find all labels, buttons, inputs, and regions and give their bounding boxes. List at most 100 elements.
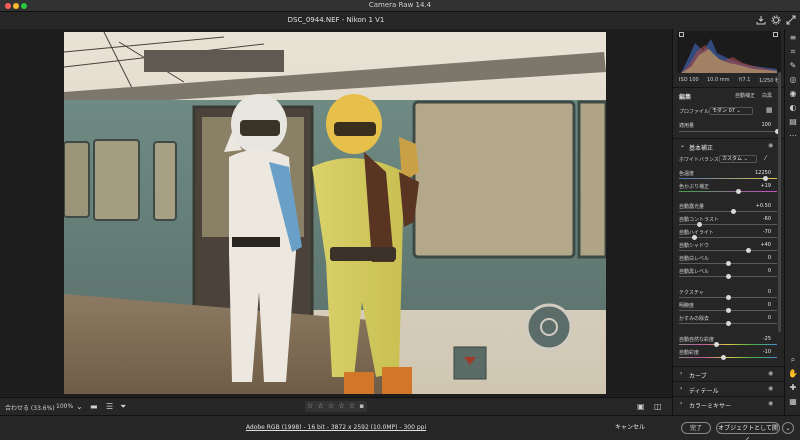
filmstrip-icon[interactable]: ▬ bbox=[90, 402, 98, 411]
open-options-chevron-icon[interactable]: ⌄ bbox=[782, 422, 794, 434]
slider-thumb[interactable] bbox=[713, 342, 719, 347]
panel-scrollbar[interactable] bbox=[778, 72, 781, 332]
slider-value[interactable]: 12250 bbox=[749, 170, 771, 176]
black-white-button[interactable]: 白黒 bbox=[762, 92, 772, 99]
cancel-button[interactable]: キャンセル bbox=[612, 422, 648, 434]
edit-sliders-icon[interactable]: ≡ bbox=[788, 33, 798, 43]
slider-track[interactable] bbox=[679, 248, 777, 253]
image-canvas[interactable] bbox=[0, 29, 672, 397]
slider-value[interactable]: 0 bbox=[749, 268, 771, 274]
section-header[interactable]: › カーブ ◉ bbox=[673, 368, 784, 380]
grid-icon[interactable]: ▦ bbox=[788, 397, 798, 407]
section-header[interactable]: › カラーミキサー ◉ bbox=[673, 398, 784, 410]
divider bbox=[673, 366, 784, 367]
slider-value[interactable]: +19 bbox=[749, 183, 771, 189]
slider-label: 色温度 bbox=[679, 171, 695, 177]
slider-thumb[interactable] bbox=[696, 222, 702, 227]
slider-value[interactable]: -25 bbox=[749, 336, 771, 342]
section-title: カラーミキサー bbox=[689, 403, 732, 410]
workflow-options-link[interactable]: Adobe RGB (1998) - 16 bit - 3872 x 2592 … bbox=[0, 424, 672, 431]
eye-icon[interactable]: ◉ bbox=[768, 385, 773, 392]
slider-value[interactable]: +40 bbox=[749, 242, 771, 248]
eye-icon[interactable]: ◉ bbox=[768, 400, 773, 407]
slider-track[interactable] bbox=[679, 295, 777, 300]
profile-select[interactable]: モダン 07 ⌄ bbox=[709, 107, 753, 115]
color-sampler-icon[interactable]: ✚ bbox=[788, 383, 798, 393]
profile-browser-icon[interactable]: ▦ bbox=[766, 106, 773, 114]
trash-icon[interactable]: ▪ bbox=[359, 402, 365, 410]
slider-track[interactable] bbox=[679, 209, 777, 214]
divider bbox=[673, 138, 784, 139]
slider-track[interactable] bbox=[679, 308, 777, 313]
slider-value[interactable]: -70 bbox=[749, 229, 771, 235]
slider-thumb[interactable] bbox=[745, 248, 751, 253]
auto-button[interactable]: 自動補正 bbox=[735, 92, 755, 99]
slider-value[interactable]: 0 bbox=[749, 255, 771, 261]
slider-thumb[interactable] bbox=[691, 235, 697, 240]
slider-track[interactable] bbox=[679, 235, 777, 240]
mask-icon[interactable]: ◎ bbox=[788, 75, 798, 85]
slider-thumb[interactable] bbox=[735, 189, 741, 194]
hand-icon[interactable]: ✋ bbox=[788, 369, 798, 379]
basic-section-header[interactable]: ⌄ 基本補正 ◉ bbox=[673, 140, 784, 152]
save-icon[interactable] bbox=[756, 15, 766, 25]
slider-track[interactable] bbox=[679, 355, 777, 360]
crop-icon[interactable]: ⌗ bbox=[788, 47, 798, 57]
chevron-down-icon[interactable]: ⌄ bbox=[76, 402, 83, 411]
slider-value[interactable]: 0 bbox=[749, 302, 771, 308]
slider-thumb[interactable] bbox=[726, 295, 731, 300]
amount-slider[interactable] bbox=[679, 129, 780, 134]
presets-icon[interactable]: ◐ bbox=[788, 103, 798, 113]
slider-track[interactable] bbox=[679, 176, 777, 181]
slider-thumb[interactable] bbox=[726, 321, 731, 326]
slider-track[interactable] bbox=[679, 261, 777, 266]
slider-thumb[interactable] bbox=[726, 274, 731, 279]
snapshots-icon[interactable]: ▤ bbox=[788, 117, 798, 127]
amount-value[interactable]: 100 bbox=[749, 122, 771, 128]
eye-icon[interactable]: ◉ bbox=[768, 142, 773, 149]
white-balance-label: ホワイトバランス bbox=[679, 157, 719, 163]
slider-track[interactable] bbox=[679, 274, 777, 279]
filter-icon[interactable]: ⏷ bbox=[120, 402, 126, 411]
more-icon[interactable]: ⋯ bbox=[788, 131, 798, 141]
gear-icon[interactable] bbox=[771, 15, 781, 25]
rating-stars[interactable]: ☆ ☆ ☆ ☆ ☆ ▪ bbox=[305, 401, 367, 412]
sort-icon[interactable]: ☰ bbox=[106, 402, 113, 411]
slider-thumb[interactable] bbox=[726, 261, 731, 266]
slider-track[interactable] bbox=[679, 222, 777, 227]
fullscreen-icon[interactable] bbox=[786, 15, 796, 25]
zoom-icon[interactable]: ⌕ bbox=[788, 355, 798, 365]
white-balance-select[interactable]: カスタム ⌄ bbox=[719, 155, 757, 163]
slider-thumb[interactable] bbox=[763, 176, 769, 181]
single-view-icon[interactable]: ▣ bbox=[637, 402, 645, 411]
slider-thumb[interactable] bbox=[721, 355, 727, 360]
footer-bar: Adobe RGB (1998) - 16 bit - 3872 x 2592 … bbox=[0, 415, 800, 440]
slider-value[interactable]: 0 bbox=[749, 315, 771, 321]
zoom-level-select[interactable]: 100% bbox=[54, 402, 75, 411]
red-eye-icon[interactable]: ◉ bbox=[788, 89, 798, 99]
document-title: DSC_0944.NEF - Nikon 1 V1 bbox=[287, 16, 385, 24]
slider-track[interactable] bbox=[679, 342, 777, 347]
slider-thumb[interactable] bbox=[726, 308, 731, 313]
done-button[interactable]: 完了 bbox=[681, 422, 711, 434]
histogram bbox=[677, 31, 781, 73]
slider-value[interactable]: 0 bbox=[749, 289, 771, 295]
slider-value[interactable]: +0.50 bbox=[749, 203, 771, 209]
bottom-toolbar: 合わせる (33.6%) 100% ⌄ ▬ ☰ ⏷ ☆ ☆ ☆ ☆ ☆ ▪ ▣ … bbox=[0, 397, 672, 415]
slider-track[interactable] bbox=[679, 189, 777, 194]
slider-value[interactable]: -10 bbox=[749, 349, 771, 355]
fit-zoom-button[interactable]: 合わせる (33.6%) bbox=[5, 403, 55, 412]
slider-track[interactable] bbox=[679, 321, 777, 326]
before-after-icon[interactable]: ◫ bbox=[654, 402, 662, 411]
exif-focal: 10.0 mm bbox=[707, 77, 730, 83]
basic-section-title: 基本補正 bbox=[689, 145, 714, 152]
section-header[interactable]: › ディテール ◉ bbox=[673, 383, 784, 395]
divider bbox=[673, 381, 784, 382]
photo-preview[interactable] bbox=[64, 32, 606, 394]
eyedropper-icon[interactable]: ⁄ bbox=[765, 154, 766, 162]
slider-value[interactable]: -60 bbox=[749, 216, 771, 222]
slider-thumb[interactable] bbox=[730, 209, 736, 214]
open-object-button[interactable]: オブジェクトとして開く bbox=[716, 422, 780, 440]
healing-brush-icon[interactable]: ✎ bbox=[788, 61, 798, 71]
eye-icon[interactable]: ◉ bbox=[768, 370, 773, 377]
